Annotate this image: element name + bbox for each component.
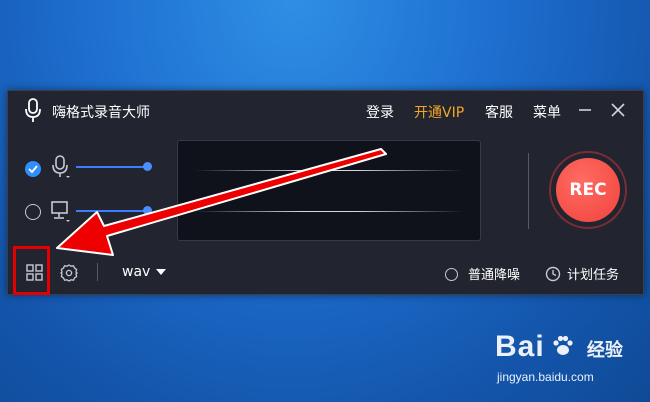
watermark: Bai 经验 jingyan.baidu.com xyxy=(495,330,623,384)
watermark-brand: Bai xyxy=(495,330,545,363)
watermark-url: jingyan.baidu.com xyxy=(497,370,594,384)
watermark-brand-cn: 经验 xyxy=(586,340,623,361)
paw-logo-icon xyxy=(553,335,573,355)
